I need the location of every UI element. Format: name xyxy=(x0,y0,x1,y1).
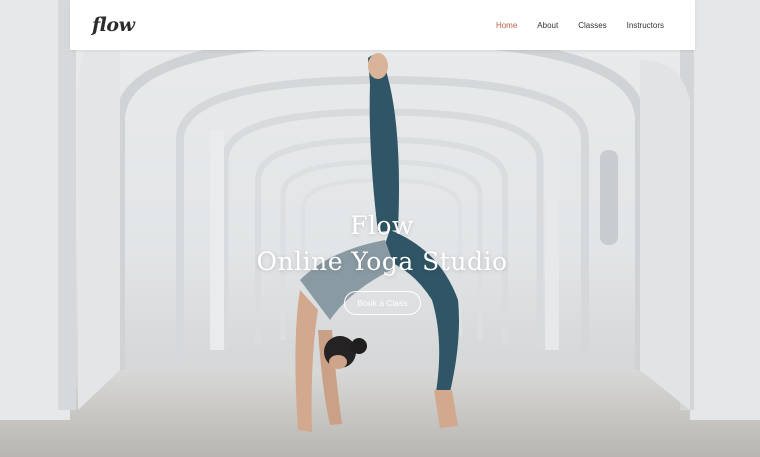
nav-item-instructors[interactable]: Instructors xyxy=(627,21,664,30)
hero-subtitle: Online Yoga Studio xyxy=(256,247,508,276)
flow-logo[interactable]: flow xyxy=(92,14,135,36)
top-navigation-bar: flow Home About Classes Instructors xyxy=(70,0,695,50)
nav-item-classes[interactable]: Classes xyxy=(578,21,606,30)
nav-item-home[interactable]: Home xyxy=(496,21,517,30)
hero-heading: Flow Online Yoga Studio xyxy=(0,208,760,280)
nav-menu: Home About Classes Instructors xyxy=(496,21,664,30)
hero-title: Flow xyxy=(350,211,414,240)
book-a-class-button[interactable]: Book a Class xyxy=(344,291,421,315)
nav-item-about[interactable]: About xyxy=(537,21,558,30)
